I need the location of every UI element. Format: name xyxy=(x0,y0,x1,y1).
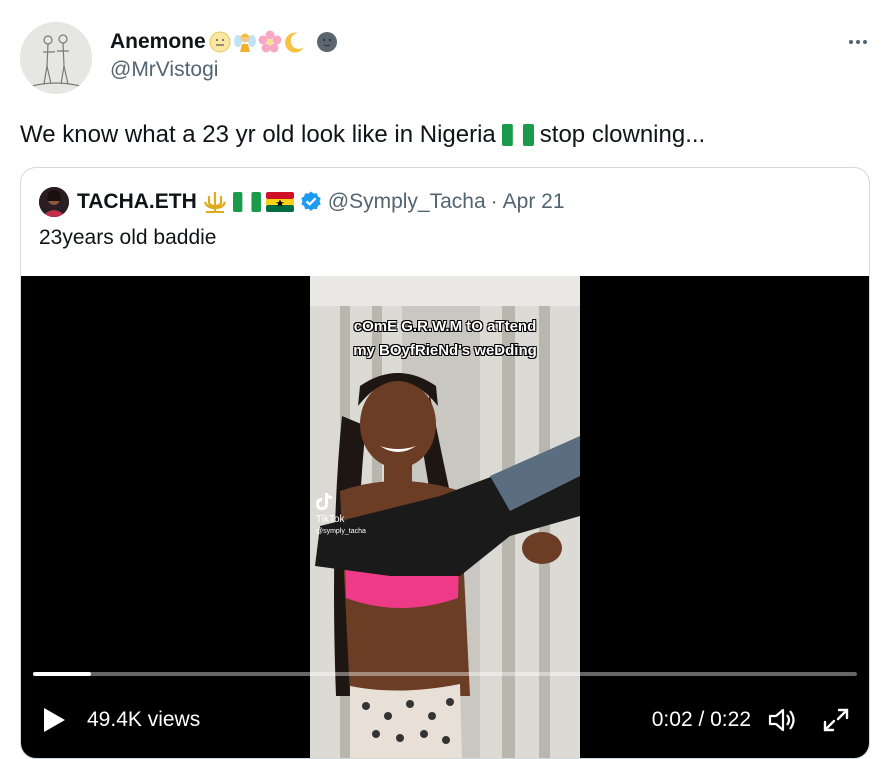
video-caption-line-2: my BOyfRieNd's weDding xyxy=(353,342,537,359)
author-name[interactable]: Anemone xyxy=(110,28,206,56)
new-moon-face-emoji xyxy=(316,32,337,52)
fairy-emoji xyxy=(233,33,256,52)
nigeria-flag-emoji xyxy=(232,192,261,212)
quoted-tweet-card[interactable]: TACHA.ETH @Symply_Tacha · Apr 21 23years… xyxy=(20,167,870,759)
tweet-text: We know what a 23 yr old look like in Ni… xyxy=(20,116,705,154)
quoted-tweet-text: 23years old baddie xyxy=(39,226,217,249)
volume-icon xyxy=(768,708,795,732)
video-caption-line-1: cOmE G.R.W.M tO aTtend xyxy=(353,318,537,335)
video-progress-bar[interactable] xyxy=(33,672,857,676)
play-button[interactable] xyxy=(41,706,67,739)
dot-separator: · xyxy=(490,190,498,213)
tiktok-watermark: TikTok @symply_tacha xyxy=(316,492,366,538)
video-frame: cOmE G.R.W.M tO aTtend my BOyfRieNd's we… xyxy=(310,276,580,758)
volume-button[interactable] xyxy=(767,706,797,739)
crescent-moon-emoji xyxy=(284,32,304,53)
nigeria-flag-emoji xyxy=(501,124,534,146)
ghana-flag-emoji xyxy=(265,192,294,212)
more-options-button[interactable] xyxy=(846,30,870,59)
fullscreen-icon xyxy=(823,708,849,732)
tiktok-brand-text: TikTok xyxy=(316,514,345,525)
verified-badge-icon xyxy=(301,191,321,211)
video-progress-fill xyxy=(33,672,91,676)
author-handle[interactable]: @MrVistogi xyxy=(110,56,339,84)
fullscreen-button[interactable] xyxy=(821,706,851,739)
tweet-text-end: stop clowning... xyxy=(539,121,706,148)
video-player[interactable]: cOmE G.R.W.M tO aTtend my BOyfRieNd's we… xyxy=(21,276,869,758)
view-count: 49.4K views xyxy=(87,708,201,731)
quoted-author-name[interactable]: TACHA.ETH xyxy=(77,190,197,214)
quoted-tweet-date[interactable]: Apr 21 xyxy=(503,190,565,214)
quoted-author-handle[interactable]: @Symply_Tacha xyxy=(328,190,486,214)
tweet-text-start: We know what a 23 yr old look like in Ni… xyxy=(20,121,496,148)
tiktok-logo-icon xyxy=(316,493,332,510)
more-horizontal-icon xyxy=(849,40,867,44)
play-icon xyxy=(44,708,65,732)
cherry-blossom-emoji xyxy=(258,30,282,53)
video-time: 0:02 / 0:22 xyxy=(651,708,751,731)
trident-emblem-emoji xyxy=(203,192,226,213)
moon-face-emoji xyxy=(209,31,231,53)
quoted-author-avatar[interactable] xyxy=(39,187,69,217)
author-avatar[interactable] xyxy=(20,22,92,94)
tiktok-username: @symply_tacha xyxy=(316,528,366,535)
